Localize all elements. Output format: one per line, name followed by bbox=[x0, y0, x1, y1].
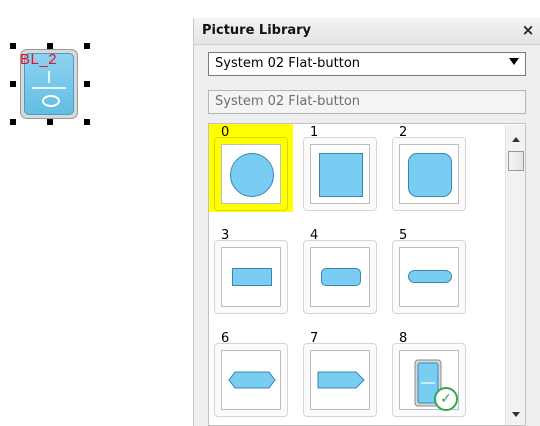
item-tile bbox=[214, 240, 288, 314]
item-preview bbox=[310, 350, 370, 410]
library-dropdown[interactable]: System 02 Flat-button bbox=[208, 52, 526, 76]
picture-library-panel: Picture Library × System 02 Flat-button … bbox=[193, 18, 540, 426]
item-tile: ✓ bbox=[392, 343, 466, 417]
selected-widget[interactable]: BL_2 bbox=[10, 43, 90, 125]
scroll-up-icon[interactable] bbox=[512, 137, 520, 142]
item-tile bbox=[214, 343, 288, 417]
rectangle-icon bbox=[232, 268, 272, 286]
item-tile bbox=[392, 137, 466, 211]
picture-item-2[interactable]: 2 bbox=[387, 124, 471, 220]
panel-title-bar[interactable]: Picture Library × bbox=[194, 18, 540, 45]
item-preview bbox=[399, 144, 459, 204]
picture-item-7[interactable]: 7 bbox=[298, 330, 382, 425]
item-preview bbox=[221, 350, 281, 410]
scroll-thumb[interactable] bbox=[508, 151, 524, 171]
square-icon bbox=[319, 153, 363, 197]
rocker-tick bbox=[48, 71, 50, 83]
picture-grid: 0 1 2 3 4 5 6 7 8 ✓ bbox=[208, 123, 526, 426]
resize-handle-s[interactable] bbox=[47, 119, 53, 125]
picture-item-0[interactable]: 0 bbox=[209, 124, 293, 220]
resize-handle-sw[interactable] bbox=[10, 119, 16, 125]
pill-icon bbox=[408, 270, 452, 283]
picture-item-8[interactable]: 8 ✓ bbox=[387, 330, 471, 425]
item-tile bbox=[303, 137, 377, 211]
check-circle-icon: ✓ bbox=[434, 387, 458, 411]
resize-handle-nw[interactable] bbox=[10, 43, 16, 49]
picture-item-5[interactable]: 5 bbox=[387, 227, 471, 323]
grid-scrollbar[interactable] bbox=[505, 125, 525, 425]
item-preview bbox=[310, 247, 370, 307]
library-name-field[interactable]: System 02 Flat-button bbox=[208, 90, 526, 114]
item-tile bbox=[214, 137, 288, 211]
item-preview bbox=[221, 144, 281, 204]
item-preview bbox=[310, 144, 370, 204]
scroll-down-icon[interactable] bbox=[512, 412, 520, 417]
chevron-down-icon[interactable] bbox=[509, 58, 519, 65]
arrow-right-icon bbox=[317, 371, 365, 389]
library-dropdown-value: System 02 Flat-button bbox=[215, 56, 361, 71]
item-preview bbox=[221, 247, 281, 307]
picture-item-4[interactable]: 4 bbox=[298, 227, 382, 323]
picture-item-3[interactable]: 3 bbox=[209, 227, 293, 323]
resize-handle-w[interactable] bbox=[10, 81, 16, 87]
rounded-square-icon bbox=[408, 153, 452, 197]
circle-icon bbox=[230, 153, 274, 197]
widget-label: BL_2 bbox=[20, 51, 58, 68]
close-icon[interactable]: × bbox=[519, 21, 537, 39]
picture-item-1[interactable]: 1 bbox=[298, 124, 382, 220]
item-tile bbox=[303, 240, 377, 314]
hexagon-icon bbox=[228, 371, 276, 389]
item-tile bbox=[392, 240, 466, 314]
picture-item-6[interactable]: 6 bbox=[209, 330, 293, 425]
rounded-rectangle-icon bbox=[321, 268, 361, 286]
resize-handle-e[interactable] bbox=[84, 81, 90, 87]
resize-handle-n[interactable] bbox=[47, 43, 53, 49]
resize-handle-se[interactable] bbox=[84, 119, 90, 125]
item-tile bbox=[303, 343, 377, 417]
item-preview bbox=[399, 247, 459, 307]
item-preview: ✓ bbox=[399, 350, 459, 411]
panel-title: Picture Library bbox=[202, 23, 312, 38]
rocker-oval bbox=[42, 95, 60, 107]
rocker-divider bbox=[32, 87, 66, 89]
resize-handle-ne[interactable] bbox=[84, 43, 90, 49]
